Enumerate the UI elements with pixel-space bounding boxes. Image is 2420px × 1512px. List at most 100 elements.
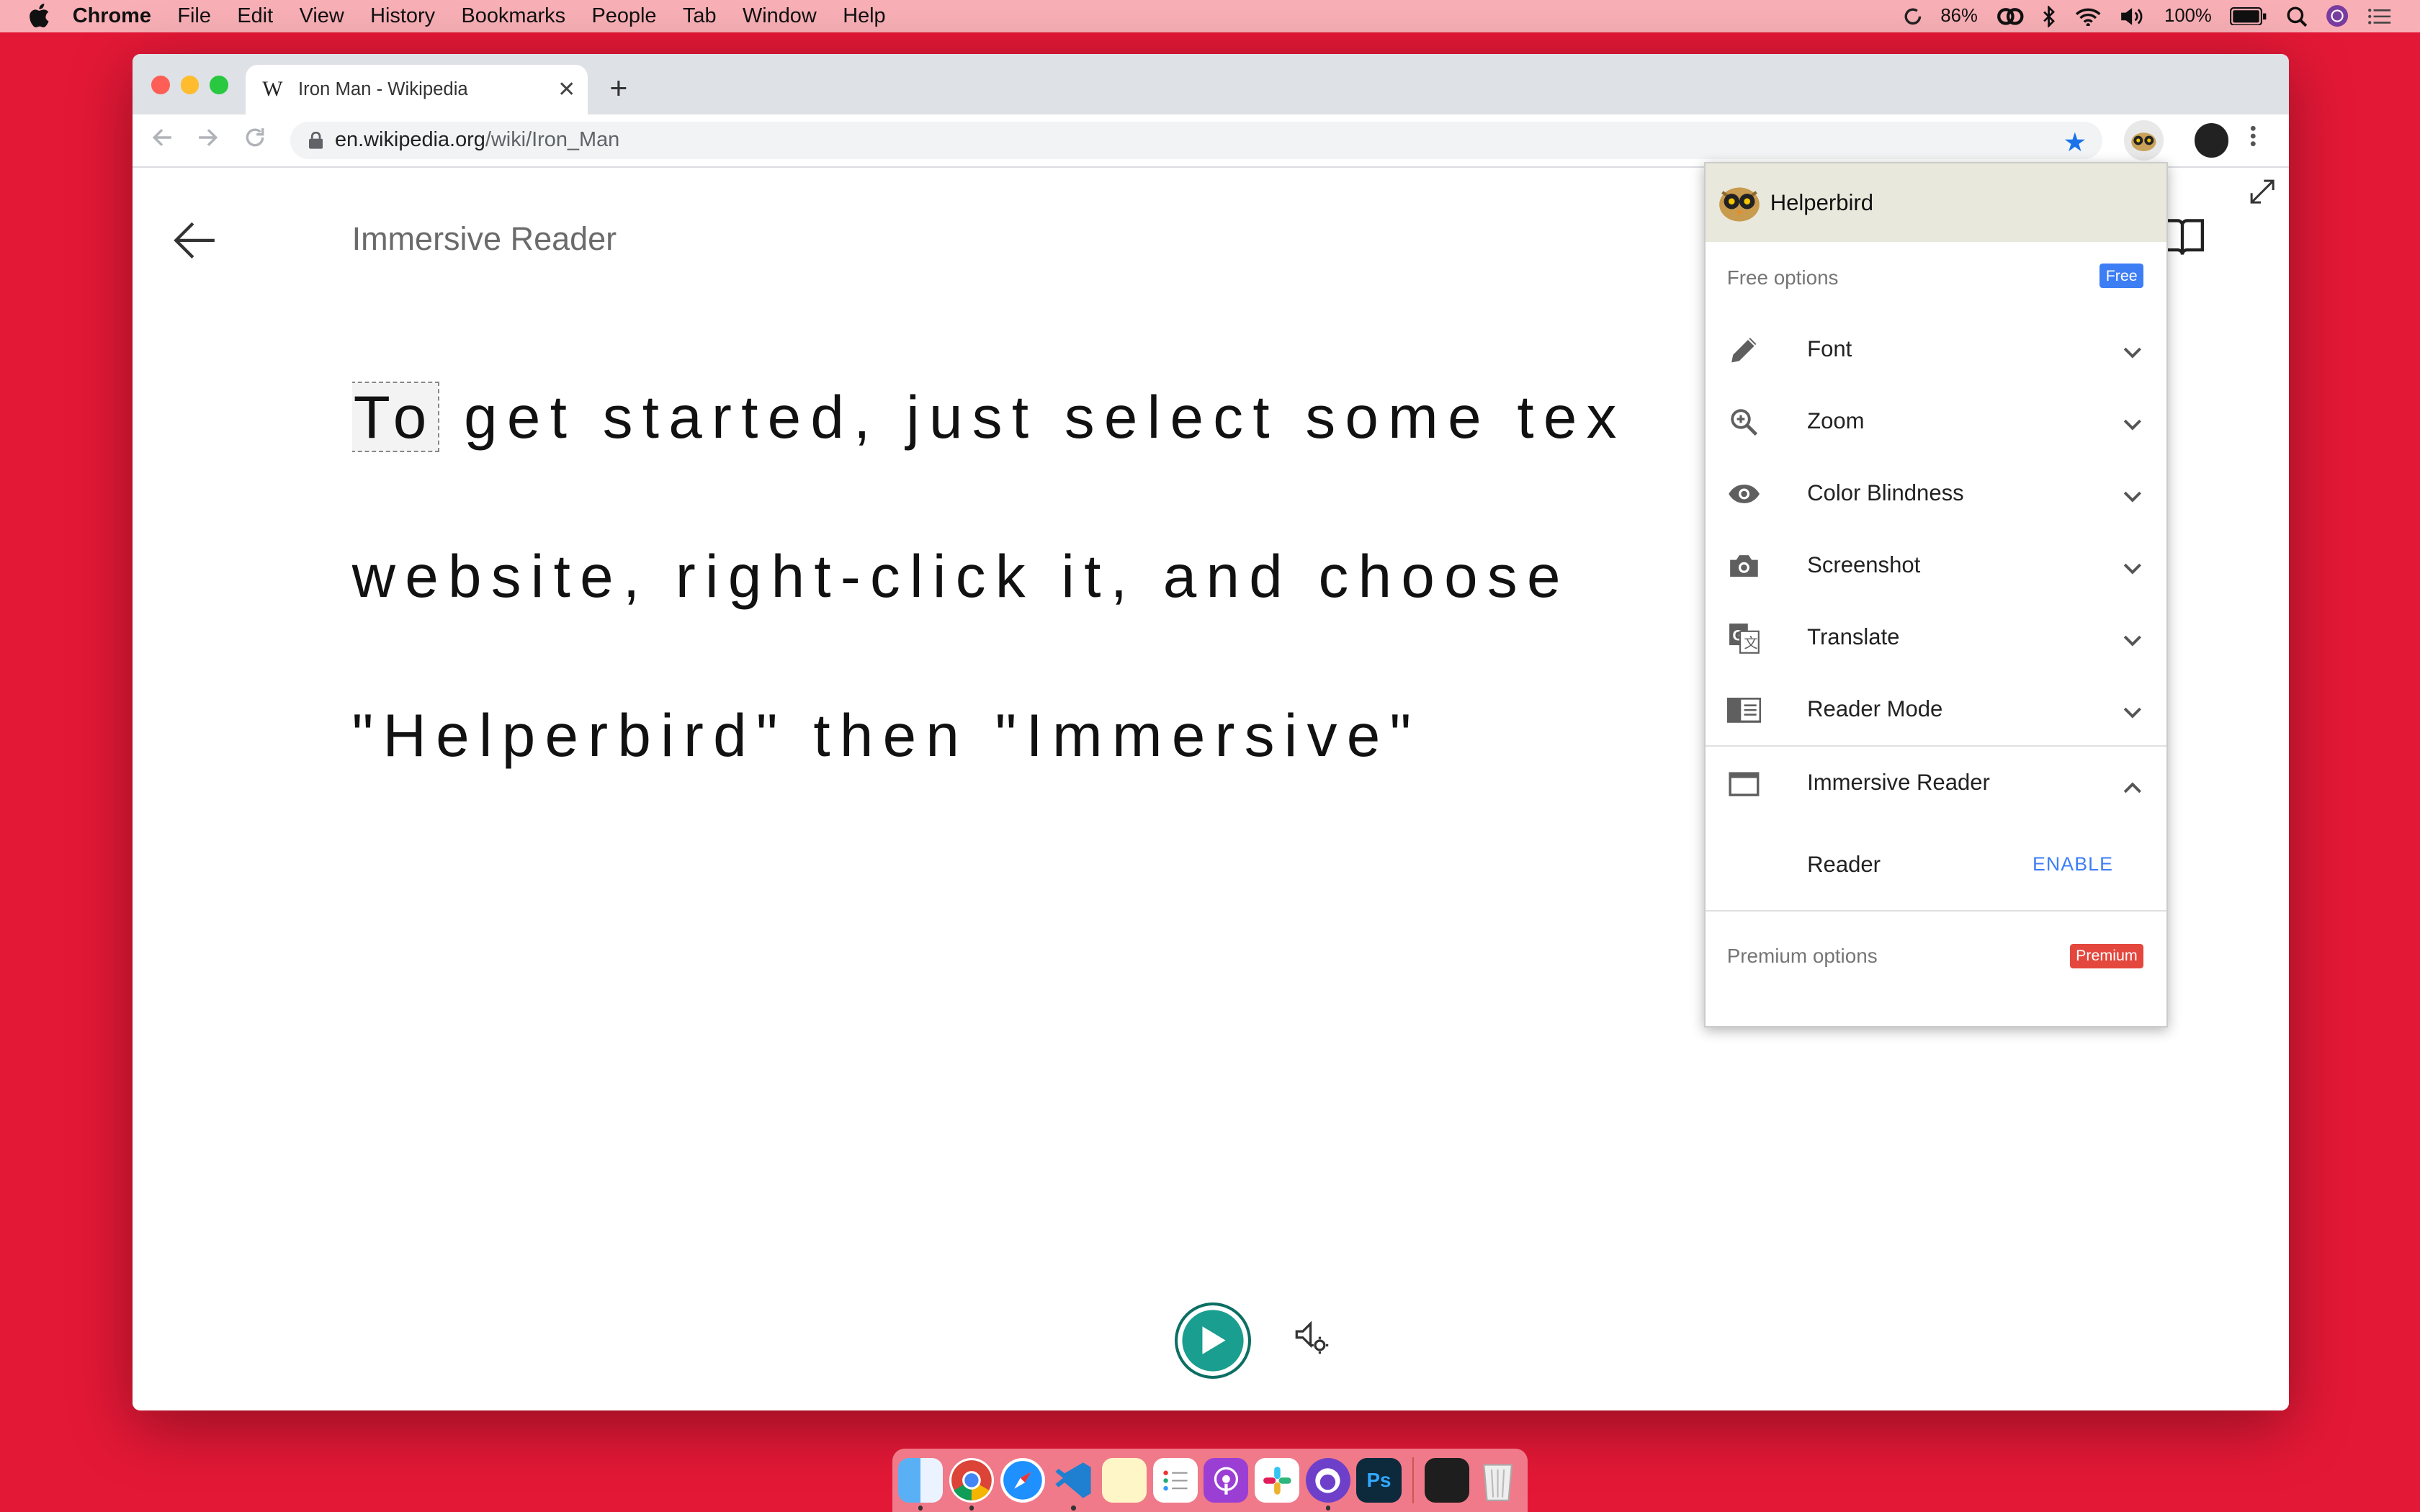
chevron-down-icon <box>2123 411 2142 437</box>
menu-app-name[interactable]: Chrome <box>73 4 151 28</box>
panel-header: Helperbird <box>1705 163 2167 243</box>
highlighted-word[interactable]: To <box>351 382 439 453</box>
terminal-icon[interactable] <box>1424 1457 1469 1503</box>
premium-badge: Premium <box>2069 943 2144 968</box>
tab-close-icon[interactable]: ✕ <box>557 77 575 102</box>
reload-icon[interactable] <box>244 127 266 154</box>
panel-title: Helperbird <box>1770 189 1873 215</box>
notification-center-icon[interactable] <box>2367 7 2392 26</box>
expand-icon[interactable] <box>2250 179 2275 210</box>
wikipedia-favicon-icon: W <box>262 77 283 102</box>
volume-icon[interactable] <box>2120 6 2146 27</box>
option-reader-mode-label: Reader Mode <box>1807 696 1943 722</box>
menubar-status-area: 86% 100% <box>1904 0 2392 32</box>
option-color-blindness[interactable]: Color Blindness <box>1706 457 2167 529</box>
menu-people[interactable]: People <box>591 4 656 28</box>
wifi-icon[interactable] <box>2075 6 2101 27</box>
creative-cloud-icon[interactable] <box>1996 7 2025 26</box>
option-translate-label: Translate <box>1807 624 1900 650</box>
menu-history[interactable]: History <box>370 4 435 28</box>
menu-bookmarks[interactable]: Bookmarks <box>461 4 565 28</box>
safari-icon[interactable] <box>1000 1457 1045 1503</box>
trash-icon[interactable] <box>1475 1458 1520 1503</box>
url-host: en.wikipedia.org <box>334 128 485 152</box>
helperbird-logo-icon <box>1718 183 1761 223</box>
browser-tab[interactable]: W Iron Man - Wikipedia ✕ <box>245 65 588 114</box>
tab-title: Iron Man - Wikipedia <box>298 78 468 99</box>
menu-window[interactable]: Window <box>743 4 817 28</box>
chevron-down-icon <box>2123 628 2142 654</box>
option-screenshot[interactable]: Screenshot <box>1706 529 2167 601</box>
menu-edit[interactable]: Edit <box>237 4 273 28</box>
minimize-window-button[interactable] <box>180 76 200 94</box>
play-icon <box>1201 1326 1226 1355</box>
spotlight-icon[interactable] <box>2286 6 2308 27</box>
reader-line-1: To get started, just select some tex <box>351 338 1896 497</box>
photoshop-icon[interactable]: Ps <box>1356 1457 1402 1503</box>
option-zoom[interactable]: Zoom <box>1706 385 2167 457</box>
pencil-icon <box>1727 333 1761 367</box>
option-immersive-reader-label: Immersive Reader <box>1807 770 1990 796</box>
zoom-icon <box>1727 405 1761 439</box>
apple-menu-icon[interactable] <box>28 4 53 28</box>
tab-strip: W Iron Man - Wikipedia ✕ + <box>133 54 2289 114</box>
close-window-button[interactable] <box>151 76 170 94</box>
mac-dock: Ps <box>892 1449 1528 1512</box>
voice-settings-icon[interactable] <box>1294 1319 1330 1362</box>
option-immersive-reader[interactable]: Immersive Reader <box>1706 747 2167 819</box>
url-path: /wiki/Iron_Man <box>485 128 620 152</box>
vscode-icon[interactable] <box>1051 1457 1096 1511</box>
dock-separator <box>1412 1457 1414 1504</box>
finder-icon[interactable] <box>898 1457 944 1511</box>
eye-icon <box>1727 477 1761 511</box>
helperbird-extension-icon[interactable] <box>2123 120 2164 161</box>
bookmark-star-icon[interactable]: ★ <box>2063 127 2087 158</box>
chevron-down-icon <box>2123 483 2142 509</box>
reader-suboption: Reader ENABLE <box>1706 819 2167 909</box>
mac-menubar: Chrome File Edit View History Bookmarks … <box>0 0 2420 32</box>
browser-toolbar: en.wikipedia.org/wiki/Iron_Man ★ <box>133 114 2289 168</box>
cpu-monitor-icon[interactable] <box>1904 7 1922 26</box>
reader-suboption-label: Reader <box>1807 851 1881 877</box>
address-bar[interactable]: en.wikipedia.org/wiki/Iron_Man ★ <box>290 122 2102 159</box>
profile-avatar[interactable] <box>2195 123 2229 158</box>
reader-line-1-rest: get started, just select some tex <box>437 383 1626 451</box>
enable-reader-button[interactable]: ENABLE <box>2033 853 2113 876</box>
menu-file[interactable]: File <box>177 4 211 28</box>
forward-icon[interactable] <box>197 127 219 154</box>
github-desktop-icon[interactable] <box>1305 1457 1350 1511</box>
play-button[interactable] <box>1174 1302 1252 1380</box>
battery-icon[interactable] <box>2230 6 2267 26</box>
bluetooth-icon[interactable] <box>2043 5 2056 27</box>
slack-icon[interactable] <box>1255 1457 1300 1503</box>
window-icon <box>1727 767 1761 801</box>
lock-icon[interactable] <box>308 132 323 149</box>
chevron-up-icon <box>2123 773 2142 799</box>
option-screenshot-label: Screenshot <box>1807 552 1921 578</box>
podcasts-icon[interactable] <box>1204 1457 1249 1503</box>
helperbird-panel: Helperbird Free options Free Font Zoom C… <box>1703 162 2169 1027</box>
option-font[interactable]: Font <box>1706 313 2167 385</box>
siri-icon[interactable] <box>2326 4 2349 27</box>
chrome-icon[interactable] <box>949 1457 994 1511</box>
menu-help[interactable]: Help <box>843 4 885 28</box>
option-reader-mode[interactable]: Reader Mode <box>1706 673 2167 745</box>
zoom-window-button[interactable] <box>210 76 229 94</box>
menu-tab[interactable]: Tab <box>683 4 717 28</box>
chevron-down-icon <box>2123 700 2142 726</box>
cpu-percent: 86% <box>1940 6 1978 26</box>
reader-line-3: "Helperbird" then "Immersive" <box>351 701 1421 769</box>
free-badge: Free <box>2099 264 2144 288</box>
reminders-icon[interactable] <box>1152 1457 1198 1503</box>
new-tab-button[interactable]: + <box>609 71 627 107</box>
chrome-menu-icon[interactable] <box>2250 125 2257 153</box>
svg-text:文: 文 <box>1744 635 1757 651</box>
back-arrow-icon[interactable] <box>173 220 216 267</box>
battery-percent: 100% <box>2164 6 2212 26</box>
option-color-blindness-label: Color Blindness <box>1807 480 1964 505</box>
notes-icon[interactable] <box>1101 1457 1147 1503</box>
free-options-label: Free options Free <box>1706 242 2167 313</box>
menu-view[interactable]: View <box>300 4 344 28</box>
option-translate[interactable]: G文 Translate <box>1706 601 2167 673</box>
back-icon[interactable] <box>151 127 173 154</box>
